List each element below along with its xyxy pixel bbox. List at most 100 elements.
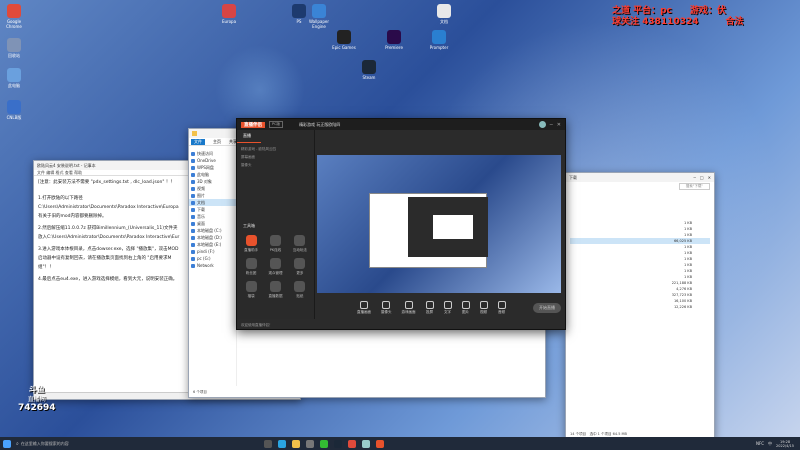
desktop-icon-label: Google Chrome [6, 19, 22, 29]
chrome-icon[interactable] [347, 439, 356, 448]
app-icon [337, 30, 351, 44]
tab-home[interactable]: 主页 [213, 139, 221, 145]
xbox-icon[interactable] [319, 439, 328, 448]
desktop-icon[interactable]: 回收站 [2, 38, 26, 58]
app-icon [7, 4, 21, 18]
sidebar-item[interactable]: 快速访问 [189, 150, 236, 157]
sidebar-item[interactable]: pindi (F:) [189, 248, 236, 255]
sidebar-item[interactable]: 音乐 [189, 213, 236, 220]
app-icon [362, 60, 376, 74]
sidebar-item[interactable]: 下载 [189, 206, 236, 213]
tool-label: 观众管理 [268, 271, 283, 275]
stream-tool-button[interactable]: 视频 [479, 301, 488, 315]
tool-item[interactable]: 互动玩法 [290, 235, 310, 253]
stream-tool-button[interactable]: 游戏画面 [402, 301, 416, 315]
app-icon [432, 30, 446, 44]
sidebar-item[interactable]: 本地磁盘 (D:) [189, 234, 236, 241]
live-tab[interactable]: 直播 [237, 130, 261, 143]
streaming-app-window[interactable]: 直播伴侣 PC版 精彩游戏 玩正版欧陆四 ─ ✕ 直播 精彩游戏 - 欧陆风云四… [236, 118, 566, 330]
close-icon[interactable]: ✕ [557, 122, 561, 128]
tool-item[interactable]: PK连线 [265, 235, 285, 253]
minimize-icon[interactable]: ─ [693, 175, 695, 180]
minimize-icon[interactable]: ─ [550, 122, 553, 128]
search-icon[interactable]: ⌕ [16, 441, 19, 447]
desktop-icon[interactable]: Google Chrome [2, 4, 26, 29]
desktop-icon[interactable]: PS [287, 4, 311, 24]
desktop-icon[interactable]: Epic Games [332, 30, 356, 50]
desktop-icon[interactable]: Prompter [427, 30, 451, 50]
tool-label: 更多 [296, 271, 304, 275]
preview-nested-app [408, 197, 488, 257]
sidebar-item-label: 图片 [197, 192, 205, 198]
store-icon[interactable] [305, 439, 314, 448]
notepad-icon[interactable] [361, 439, 370, 448]
explorer-icon[interactable] [291, 439, 300, 448]
scene-list[interactable]: 精彩游戏 - 欧陆风云四 屏幕画面 摄像头 [237, 143, 314, 175]
tab-file[interactable]: 文件 [191, 138, 205, 145]
desktop-icon[interactable]: Premiere [382, 30, 406, 50]
folder-icon [191, 228, 195, 233]
file-row[interactable]: 12,226 KB [570, 304, 710, 310]
desktop-icon[interactable]: 此电脑 [2, 68, 26, 88]
sidebar-item[interactable]: 3D 对象 [189, 178, 236, 185]
taskbar-search-input[interactable]: 在这里输入你要搜索的内容 [21, 441, 131, 447]
close-icon[interactable]: ✕ [708, 175, 711, 180]
stream-tool-button[interactable]: 图片 [461, 301, 470, 315]
downloads-titlebar[interactable]: 下载 ─ □ ✕ [566, 173, 714, 182]
streaming-icon[interactable] [375, 439, 384, 448]
tray-lang[interactable]: 中 [768, 441, 772, 447]
desktop-icon[interactable]: 文档 [432, 4, 456, 24]
sidebar-item[interactable]: 文档 [189, 199, 236, 206]
tool-label: PK连线 [269, 248, 282, 252]
scene-item[interactable]: 精彩游戏 - 欧陆风云四 [241, 147, 310, 155]
tray-date: 2022/4/15 [776, 443, 794, 448]
task-view-icon[interactable] [263, 439, 272, 448]
downloads-search[interactable]: 搜索"下载" [678, 182, 710, 190]
folder-icon [191, 221, 195, 226]
explorer-sidebar[interactable]: 快速访问 OneDrive WPS网盘 此电脑 3D 对象 视频 图片 文档 下载 音乐 桌面 本地磁… [189, 146, 237, 386]
tool-item[interactable]: 直播助手 [241, 235, 261, 253]
folder-icon [191, 256, 195, 261]
start-live-button[interactable]: 开始直播 [533, 303, 561, 313]
stream-tool-button[interactable]: 文字 [443, 301, 452, 315]
tool-item[interactable]: 福袋 [241, 281, 261, 299]
scene-item[interactable]: 摄像头 [241, 163, 310, 171]
sidebar-item[interactable]: 本地磁盘 (E:) [189, 241, 236, 248]
sidebar-item[interactable]: 本地磁盘 (C:) [189, 227, 236, 234]
downloads-file-list[interactable]: 1 KB 1 KB 1 KB 66,025 KB 1 KB 1 KB 1 KB 1 KB 1 K… [566, 190, 714, 310]
scene-item[interactable]: 屏幕画面 [241, 155, 310, 163]
tool-icon [269, 235, 281, 246]
tool-item[interactable]: 直播数据 [265, 281, 285, 299]
stream-tool-button[interactable]: 直播画面 [357, 301, 371, 315]
sidebar-item[interactable]: 视频 [189, 185, 236, 192]
avatar[interactable] [538, 121, 546, 128]
sidebar-item[interactable]: 此电脑 [189, 171, 236, 178]
tool-item[interactable]: 粉丝团 [241, 258, 261, 276]
sidebar-item[interactable]: OneDrive [189, 157, 236, 164]
stream-tool-button[interactable]: 摄像头 [381, 301, 392, 315]
stream-bottom-toolbar: 直播画面 摄像头 游戏画面 投屏 文字 图片 视频 音频 [357, 301, 506, 315]
steam-icon[interactable] [333, 439, 342, 448]
tool-item[interactable]: 贴纸 [290, 281, 310, 299]
stream-preview[interactable] [317, 155, 561, 293]
tool-item[interactable]: 观众管理 [265, 258, 285, 276]
desktop-icon[interactable]: Europa [217, 4, 241, 24]
windows-start-icon[interactable] [3, 439, 11, 448]
sidebar-item[interactable]: pc (G:) [189, 255, 236, 262]
downloads-window[interactable]: 下载 ─ □ ✕ 搜索"下载" 1 KB 1 KB 1 KB 66,025 KB 1 KB 1… [565, 172, 715, 440]
sidebar-item[interactable]: WPS网盘 [189, 164, 236, 171]
maximize-icon[interactable]: □ [700, 175, 704, 180]
file-size: 1 KB [683, 227, 692, 231]
stream-tool-button[interactable]: 音频 [497, 301, 506, 315]
sidebar-item[interactable]: Network [189, 262, 236, 269]
desktop-icon[interactable]: Steam [357, 60, 381, 80]
sidebar-item[interactable]: 图片 [189, 192, 236, 199]
tool-item[interactable]: 更多 [290, 258, 310, 276]
tray-nfc[interactable]: NFC [756, 441, 764, 446]
edge-icon[interactable] [277, 439, 286, 448]
stream-tool-label: 音频 [498, 310, 505, 314]
stream-tool-button[interactable]: 投屏 [425, 301, 434, 315]
tray-clock[interactable]: 19:28 2022/4/15 [776, 440, 794, 448]
sidebar-item[interactable]: 桌面 [189, 220, 236, 227]
desktop-icon[interactable]: CNLB版 [2, 100, 26, 120]
